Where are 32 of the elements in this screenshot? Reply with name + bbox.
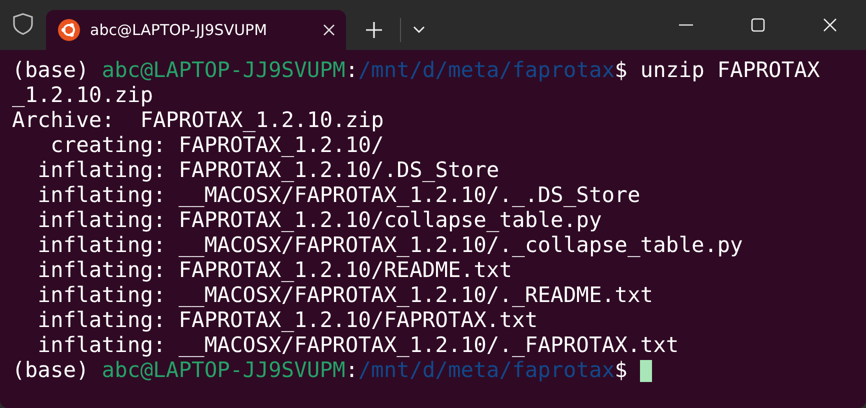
terminal-text: inflating: FAPROTAX_1.2.10/README.txt (36, 258, 512, 283)
ubuntu-icon (58, 19, 80, 41)
prompt-user: abc@LAPTOP-JJ9SVUPM (102, 58, 346, 83)
terminal-text: (base) (12, 58, 90, 83)
terminal-text: _1.2.10.zip (12, 83, 154, 108)
terminal-text: inflating: __MACOSX/FAPROTAX_1.2.10/._collapse_table.py (36, 233, 743, 258)
chevron-down-icon (413, 26, 425, 34)
terminal-text: : (345, 58, 358, 83)
terminal-text: inflating: __MACOSX/FAPROTAX_1.2.10/._.DS_Store (36, 183, 640, 208)
maximize-icon (751, 18, 765, 32)
terminal-text: $ (614, 358, 628, 383)
cursor (640, 360, 652, 382)
plus-icon (365, 21, 383, 39)
terminal-text: inflating: __MACOSX/FAPROTAX_1.2.10/._README.txt (36, 283, 654, 308)
terminal-text: inflating: FAPROTAX_1.2.10/FAPROTAX.txt (36, 308, 538, 333)
terminal-text: inflating: FAPROTAX_1.2.10/collapse_table.py (36, 208, 602, 233)
minimize-icon (679, 24, 693, 26)
terminal-text: (base) (12, 358, 90, 383)
terminal-text: creating: FAPROTAX_1.2.10/ (49, 133, 384, 158)
prompt-path: /mnt/d/meta/faprotax (358, 58, 615, 83)
close-icon (823, 18, 837, 32)
prompt-user: abc@LAPTOP-JJ9SVUPM (102, 358, 346, 383)
shield-icon[interactable] (12, 12, 34, 36)
tab-title: abc@LAPTOP-JJ9SVUPM (90, 21, 268, 39)
prompt-path: /mnt/d/meta/faprotax (358, 358, 615, 383)
terminal-text: inflating: FAPROTAX_1.2.10/.DS_Store (36, 158, 500, 183)
terminal-text: : (345, 358, 358, 383)
terminal-tab[interactable]: abc@LAPTOP-JJ9SVUPM (46, 10, 346, 50)
terminal-text: inflating: __MACOSX/FAPROTAX_1.2.10/._FAPROTAX.txt (36, 333, 679, 358)
terminal-text: $ unzip FAPROTAX (614, 58, 820, 83)
terminal-text: Archive: FAPROTAX_1.2.10.zip (12, 108, 384, 133)
close-icon[interactable] (322, 23, 336, 37)
